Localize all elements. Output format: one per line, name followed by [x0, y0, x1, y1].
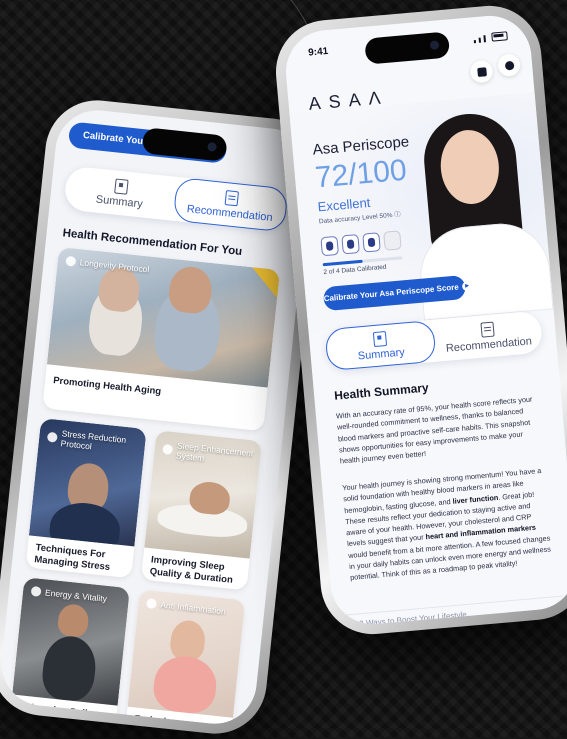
blood-test-badge-icon[interactable] — [320, 235, 339, 257]
sleeping-man-photo: Sleep Enhancement System — [144, 430, 263, 559]
right-phone: 9:41 ASAΛ Asa Periscope 72/100 Excellent… — [271, 1, 567, 639]
recommendation-icon — [224, 189, 239, 206]
dynamic-island — [364, 31, 451, 65]
card-caption: Promoting Health Aging — [52, 375, 162, 398]
stress-icon — [46, 431, 58, 443]
left-phone-screen: Calibrate Your Asa Summary Recommendatio… — [0, 106, 315, 728]
left-phone: Calibrate Your Asa Summary Recommendatio… — [0, 95, 326, 739]
card-caption: Improving Sleep Quality & Duration — [149, 554, 234, 586]
bookmark-tag — [249, 267, 281, 299]
tab-recommendation[interactable]: Recommendation — [172, 176, 289, 233]
sleep-icon — [162, 443, 174, 455]
recommendation-icon — [480, 321, 495, 338]
signal-icon — [473, 40, 477, 44]
tab-label: Recommendation — [445, 334, 533, 355]
lifestyle-accordion[interactable]: Top 3 Ways to Boost Your Lifestyle — [343, 595, 565, 628]
tab-label: Recommendation — [186, 202, 274, 224]
summary-icon — [372, 330, 388, 347]
status-time: 9:41 — [307, 45, 329, 59]
tab-summary[interactable]: Summary — [324, 319, 437, 372]
card-tag: Anti Inflammation — [145, 598, 227, 617]
recommendation-card-sleep[interactable]: Sleep Enhancement System Improving Sleep… — [140, 430, 263, 591]
battery-icon — [491, 31, 508, 42]
dynamic-island — [141, 127, 228, 162]
tab-label: Summary — [95, 193, 144, 210]
card-tag-text: Anti Inflammation — [159, 599, 227, 617]
profile-button[interactable] — [497, 53, 522, 78]
card-tag-text: Energy & Vitality — [44, 587, 108, 604]
heart-icon — [65, 255, 77, 267]
photo-person — [47, 499, 123, 547]
calibrate-button-label: Calibrate Your Asa Periscope Score — [323, 282, 460, 304]
photo-person — [40, 633, 99, 703]
view-tabs: Summary Recommendation — [63, 165, 289, 233]
signal-icon — [483, 35, 486, 43]
card-tag: Sleep Enhancement System — [162, 439, 262, 469]
card-tag-text: Sleep Enhancement System — [175, 440, 254, 464]
card-caption: Techniques For Managing Stress — [33, 542, 111, 573]
dna-badge-icon[interactable] — [341, 234, 360, 255]
messages-button[interactable] — [469, 59, 494, 84]
chat-icon — [476, 66, 487, 77]
athlete-photo: Energy & Vitality — [12, 577, 130, 706]
summary-paragraph: With an accuracy rate of 95%, your healt… — [335, 394, 533, 466]
card-tag-text: Stress Reduction Protocol — [60, 428, 127, 452]
photo-face — [56, 602, 90, 638]
energy-icon — [30, 585, 42, 597]
chevron-down-icon — [551, 601, 561, 612]
right-phone-screen: 9:41 ASAΛ Asa Periscope 72/100 Excellent… — [282, 12, 567, 628]
recommendation-card-energy[interactable]: Energy & Vitality Enhancing Daily Energy — [8, 577, 130, 728]
woman-neck-pain-photo: Anti Inflammation — [127, 589, 246, 718]
elderly-couple-photo: Longevity Protocol — [46, 246, 281, 388]
locked-badge-icon[interactable] — [383, 230, 402, 251]
card-tag: Energy & Vitality — [30, 585, 108, 604]
user-icon — [504, 60, 514, 71]
recommendation-card-inflammation[interactable]: Anti Inflammation Reducing Inflammation … — [124, 589, 246, 728]
accordion-label: Top 3 Ways to Boost Your Lifestyle — [343, 610, 468, 628]
card-caption: Enhancing Daily Energy — [17, 701, 94, 728]
stressed-man-photo: Stress Reduction Protocol — [28, 418, 147, 547]
tab-summary[interactable]: Summary — [63, 165, 177, 220]
inflammation-icon — [145, 598, 157, 610]
status-icons — [473, 31, 508, 44]
recommendation-card-longevity[interactable]: Longevity Protocol Promoting Health Agin… — [42, 246, 281, 432]
photo-person — [151, 653, 219, 716]
card-tag: Stress Reduction Protocol — [46, 427, 146, 457]
summary-icon — [113, 177, 129, 195]
wearable-badge-icon[interactable] — [362, 232, 381, 253]
health-summary-title: Health Summary — [333, 380, 430, 403]
tab-label: Summary — [357, 345, 406, 362]
recommendation-card-stress[interactable]: Stress Reduction Protocol Techniques For… — [25, 418, 147, 579]
signal-icon — [478, 37, 482, 43]
summary-paragraph: Your health journey is showing strong mo… — [342, 464, 556, 583]
tab-recommendation[interactable]: Recommendation — [433, 311, 543, 362]
